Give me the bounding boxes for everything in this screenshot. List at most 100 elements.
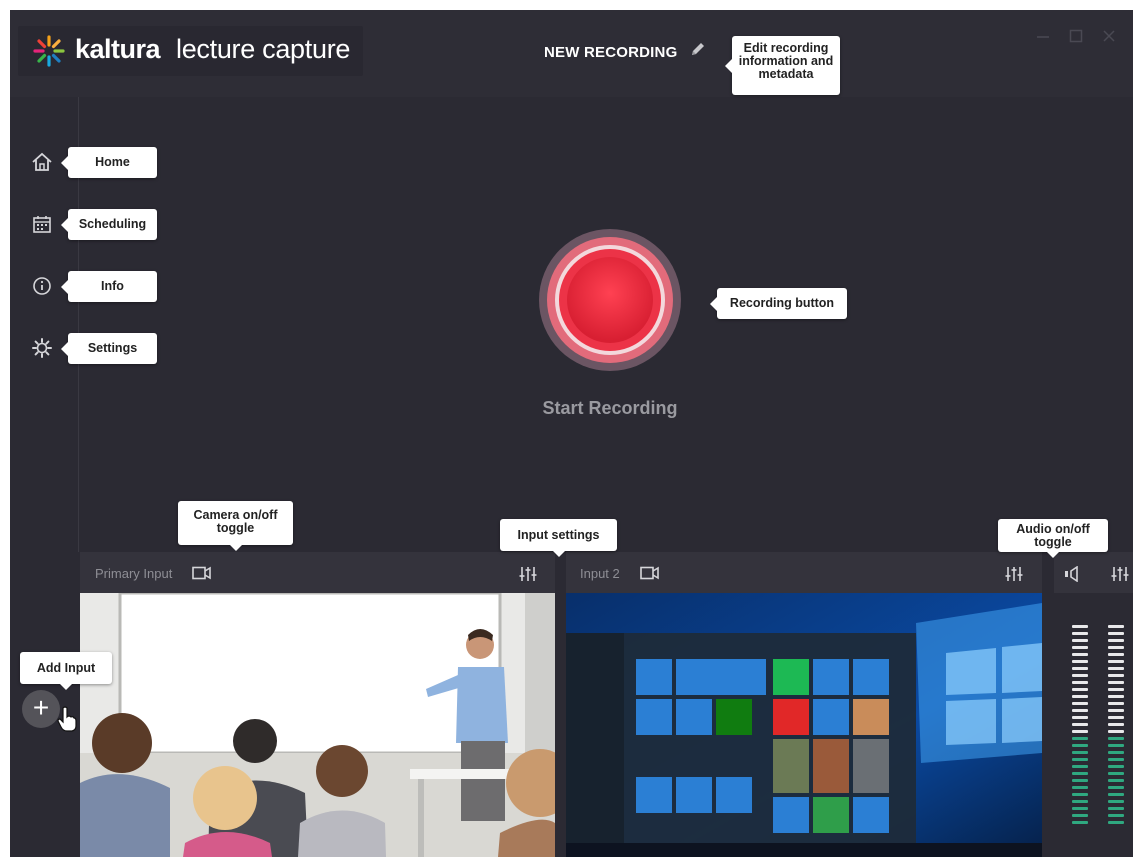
audio-meter-segment — [1072, 772, 1088, 775]
audio-meter-segment — [1072, 681, 1088, 684]
input2-header — [566, 552, 1042, 593]
audio-meter-segment — [1108, 667, 1124, 670]
record-button[interactable] — [538, 228, 682, 372]
audio-meter-segment — [1072, 653, 1088, 656]
audio-meter-segment — [1072, 793, 1088, 796]
audio-meter-segment — [1108, 772, 1124, 775]
kaltura-star-icon — [33, 35, 65, 67]
input2-label: Input 2 — [580, 566, 620, 581]
audio-meter-segment — [1072, 786, 1088, 789]
logo-brand: kaltura — [75, 34, 161, 64]
audio-settings-sliders-icon[interactable] — [1110, 566, 1130, 582]
audio-meter-segment — [1108, 681, 1124, 684]
audio-meter-segment — [1108, 716, 1124, 719]
audio-meter-segment — [1072, 716, 1088, 719]
calendar-icon[interactable] — [31, 213, 53, 235]
tooltip-edit-info-text: Edit recording information and metadata — [738, 41, 834, 81]
audio-meter-segment — [1072, 660, 1088, 663]
tooltip-input-settings: Input settings — [500, 519, 617, 557]
input-settings-sliders-icon[interactable] — [1004, 566, 1024, 582]
tooltip-recording-button-text: Recording button — [729, 296, 835, 310]
tooltip-edit-info: Edit recording information and metadata — [725, 36, 840, 95]
app-window: kaltura lecture capture NEW RECORDING Ed… — [10, 10, 1133, 857]
sidebar-item-settings[interactable]: Settings — [61, 333, 157, 364]
info-icon[interactable] — [31, 275, 53, 297]
speaker-icon[interactable] — [1064, 566, 1082, 582]
input-settings-sliders-icon[interactable] — [518, 566, 538, 582]
audio-meter-segment — [1108, 793, 1124, 796]
audio-meter-segment — [1108, 751, 1124, 754]
audio-meter-segment — [1108, 695, 1124, 698]
audio-meter-segment — [1108, 674, 1124, 677]
audio-meter-segment — [1108, 709, 1124, 712]
minimize-icon[interactable] — [1035, 28, 1051, 44]
sidebar-item-home[interactable]: Home — [61, 147, 157, 178]
logo-product: lecture capture — [176, 34, 351, 64]
audio-meter-segment — [1108, 744, 1124, 747]
audio-meter-segment — [1072, 723, 1088, 726]
audio-meter-segment — [1108, 688, 1124, 691]
audio-meter-segment — [1108, 807, 1124, 810]
camera-toggle-icon[interactable] — [192, 566, 212, 580]
audio-meter-segment — [1072, 695, 1088, 698]
audio-meter-segment — [1072, 779, 1088, 782]
gear-icon[interactable] — [31, 337, 53, 359]
audio-meter-segment — [1072, 625, 1088, 628]
audio-meter-segment — [1072, 758, 1088, 761]
audio-meter-segment — [1108, 765, 1124, 768]
sidebar-item-scheduling[interactable]: Scheduling — [61, 209, 157, 240]
maximize-icon[interactable] — [1068, 28, 1084, 44]
tooltip-add-input-text: Add Input — [36, 661, 96, 675]
audio-meter-segment — [1108, 639, 1124, 642]
edit-pencil-icon[interactable] — [689, 40, 707, 58]
audio-meter-segment — [1072, 632, 1088, 635]
audio-meter-right — [1108, 625, 1124, 828]
audio-meter-segment — [1072, 674, 1088, 677]
audio-meter-segment — [1072, 821, 1088, 824]
sidebar-item-label: Home — [95, 155, 130, 169]
tooltip-recording-button: Recording button — [710, 288, 847, 319]
tooltip-camera-toggle: Camera on/off toggle — [178, 501, 293, 551]
audio-meter-segment — [1108, 646, 1124, 649]
audio-meter-segment — [1108, 723, 1124, 726]
primary-input-label: Primary Input — [95, 566, 173, 581]
audio-meter-segment — [1072, 646, 1088, 649]
tooltip-add-input: Add Input — [20, 652, 112, 690]
start-recording-label[interactable]: Start Recording — [510, 398, 710, 419]
title-bar: kaltura lecture capture NEW RECORDING Ed… — [10, 10, 1133, 97]
audio-meter-segment — [1108, 730, 1124, 733]
audio-meter-segment — [1072, 639, 1088, 642]
sidebar-item-label: Settings — [87, 341, 138, 355]
primary-input-preview — [80, 593, 555, 857]
sidebar-item-info[interactable]: Info — [61, 271, 157, 302]
tooltip-audio-toggle-text: Audio on/off toggle — [1016, 522, 1090, 549]
audio-meter-segment — [1108, 786, 1124, 789]
audio-meter-segment — [1072, 709, 1088, 712]
audio-meter-segment — [1108, 814, 1124, 817]
audio-meter-segment — [1072, 751, 1088, 754]
sidebar-item-label: Scheduling — [78, 217, 147, 231]
input2-preview — [566, 593, 1042, 857]
tooltip-camera-toggle-text: Camera on/off toggle — [193, 508, 278, 535]
audio-meter-segment — [1108, 779, 1124, 782]
audio-meter-segment — [1108, 625, 1124, 628]
hand-cursor-icon — [57, 706, 77, 732]
audio-meter-segment — [1072, 737, 1088, 740]
home-icon[interactable] — [31, 151, 53, 173]
audio-meter-segment — [1072, 800, 1088, 803]
audio-meter-segment — [1108, 653, 1124, 656]
close-icon[interactable] — [1101, 28, 1117, 44]
audio-meter-segment — [1108, 632, 1124, 635]
audio-meter-segment — [1072, 667, 1088, 670]
audio-meter-segment — [1108, 758, 1124, 761]
tooltip-audio-toggle: Audio on/off toggle — [998, 519, 1108, 558]
audio-meter-segment — [1072, 807, 1088, 810]
kaltura-logo: kaltura lecture capture — [18, 26, 363, 76]
audio-meter-segment — [1108, 660, 1124, 663]
audio-meter-segment — [1072, 702, 1088, 705]
audio-meter-segment — [1072, 688, 1088, 691]
camera-toggle-icon[interactable] — [640, 566, 660, 580]
recording-title[interactable]: NEW RECORDING — [544, 44, 677, 61]
audio-meter-segment — [1072, 730, 1088, 733]
add-input-button[interactable]: + — [22, 690, 60, 728]
